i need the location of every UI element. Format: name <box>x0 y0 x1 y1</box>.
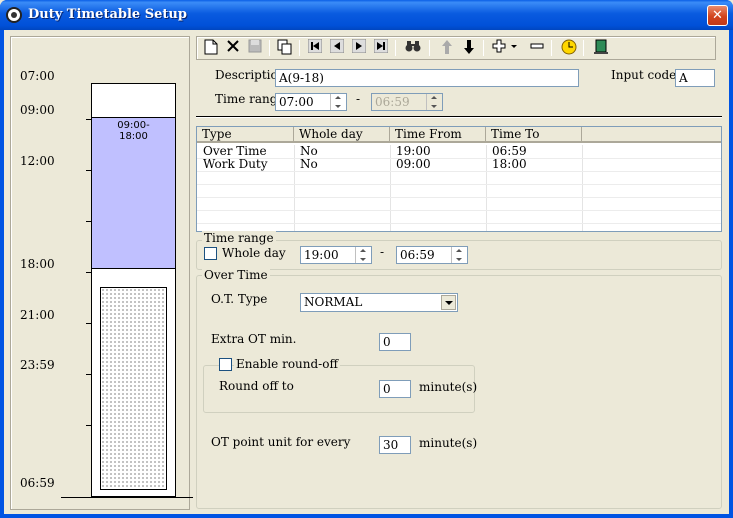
time-from-value: 07:00 <box>279 95 314 109</box>
find-icon[interactable] <box>403 39 423 57</box>
delete-icon[interactable] <box>223 39 243 57</box>
timeline-bar: 09:00- 18:00 <box>91 83 176 497</box>
toolbar-separator <box>269 40 270 56</box>
overtime-segment[interactable] <box>100 287 167 490</box>
work-duty-segment[interactable]: 09:00- 18:00 <box>92 117 175 269</box>
timeline-label: 12:00 <box>20 154 55 168</box>
grid-line <box>197 223 721 224</box>
remove-icon[interactable] <box>527 39 547 57</box>
toolbar-separator <box>551 40 552 56</box>
grid-line <box>197 184 721 185</box>
ot-point-unit-label: OT point unit for every <box>211 435 351 449</box>
table-row[interactable]: Over Time No 19:00 06:59 <box>197 145 721 158</box>
round-off-group-title: Enable round-off <box>234 357 340 371</box>
whole-day-label: Whole day <box>222 246 286 260</box>
next-icon[interactable] <box>349 38 369 57</box>
time-to-input: 06:59 <box>371 93 443 111</box>
ot-type-select[interactable]: NORMAL <box>300 293 458 312</box>
cell-whole-day: No <box>300 157 318 171</box>
timeline-label: 06:59 <box>20 476 55 490</box>
time-range-group-title: Time range <box>202 231 276 245</box>
move-down-icon[interactable] <box>459 39 479 57</box>
close-button[interactable]: ✕ <box>707 5 728 26</box>
ot-time-to-input[interactable]: 06:59 <box>396 246 468 264</box>
client-area: 07:00 09:00 12:00 18:00 21:00 23:59 06:5… <box>4 30 729 514</box>
time-to-spinner <box>426 94 442 110</box>
grid-header: Type Whole day Time From Time To <box>197 127 721 143</box>
toolbar-separator <box>483 40 484 56</box>
ot-time-to-spinner[interactable] <box>451 247 467 263</box>
timeline-label: 18:00 <box>20 257 55 271</box>
column-header-type[interactable]: Type <box>197 127 294 143</box>
ot-time-range-dash: - <box>380 245 385 259</box>
exit-icon[interactable] <box>591 39 611 57</box>
input-code-input[interactable]: A <box>675 69 715 87</box>
new-icon[interactable] <box>201 39 221 57</box>
previous-icon[interactable] <box>327 38 347 57</box>
timeline-label: 07:00 <box>20 69 55 83</box>
ot-point-unit-unit: minute(s) <box>419 436 478 450</box>
ot-time-from-spinner[interactable] <box>355 247 371 263</box>
timeline-baseline <box>61 497 193 498</box>
description-input[interactable]: A(9-18) <box>275 69 579 87</box>
time-from-input[interactable]: 07:00 <box>275 93 347 111</box>
work-duty-segment-label: 09:00- 18:00 <box>117 120 150 142</box>
enable-round-off-checkbox[interactable] <box>219 358 232 371</box>
input-code-label: Input code : <box>611 68 685 82</box>
ot-time-from-value: 19:00 <box>304 248 339 262</box>
timetable-grid[interactable]: Type Whole day Time From Time To Over Ti… <box>196 126 722 232</box>
round-off-input[interactable]: 0 <box>379 380 411 398</box>
toolbar-separator <box>395 40 396 56</box>
ot-type-value: NORMAL <box>304 295 363 309</box>
add-icon[interactable] <box>491 39 519 57</box>
toolbar-separator <box>429 40 430 56</box>
cell-time-to: 18:00 <box>492 157 527 171</box>
cell-type: Work Duty <box>203 157 268 171</box>
clock-icon[interactable] <box>559 39 579 57</box>
save-icon[interactable] <box>245 39 265 57</box>
timeline-label: 09:00 <box>20 103 55 117</box>
whole-day-checkbox[interactable] <box>204 247 217 260</box>
app-icon <box>6 7 22 23</box>
grid-line <box>197 171 721 172</box>
ot-point-unit-input[interactable]: 30 <box>379 436 411 454</box>
window-title: Duty Timetable Setup <box>28 7 187 22</box>
column-header-time-to[interactable]: Time To <box>486 127 582 143</box>
round-off-label: Round off to <box>219 379 294 393</box>
copy-icon[interactable] <box>275 39 295 57</box>
toolbar-separator <box>583 40 584 56</box>
grid-line <box>197 210 721 211</box>
timeline-label: 23:59 <box>20 358 55 372</box>
timeline-panel: 07:00 09:00 12:00 18:00 21:00 23:59 06:5… <box>10 36 193 510</box>
ot-type-label: O.T. Type <box>211 292 268 306</box>
round-off-unit: minute(s) <box>419 380 478 394</box>
ot-time-to-value: 06:59 <box>400 248 435 262</box>
last-icon[interactable] <box>371 38 391 57</box>
toolbar <box>196 36 716 60</box>
toolbar-separator <box>299 40 300 56</box>
ot-time-from-input[interactable]: 19:00 <box>300 246 372 264</box>
title-bar[interactable]: Duty Timetable Setup ✕ <box>0 0 733 30</box>
extra-ot-input[interactable]: 0 <box>379 333 411 351</box>
app-window: Duty Timetable Setup ✕ 07:00 09:00 12:00… <box>0 0 733 518</box>
move-up-icon[interactable] <box>437 39 457 57</box>
cell-time-from: 09:00 <box>396 157 431 171</box>
time-range-dash: - <box>356 92 361 106</box>
column-header-time-from[interactable]: Time From <box>390 127 486 143</box>
table-row[interactable]: Work Duty No 09:00 18:00 <box>197 158 721 171</box>
time-to-value: 06:59 <box>375 95 410 109</box>
extra-ot-label: Extra OT min. <box>211 332 297 346</box>
chevron-down-icon[interactable] <box>441 295 456 310</box>
overtime-group-title: Over Time <box>202 268 270 282</box>
separator-line <box>196 116 722 118</box>
grid-line <box>197 197 721 198</box>
time-from-spinner[interactable] <box>330 94 346 110</box>
timeline-label: 21:00 <box>20 308 55 322</box>
column-header-whole-day[interactable]: Whole day <box>294 127 390 143</box>
first-icon[interactable] <box>305 38 325 57</box>
